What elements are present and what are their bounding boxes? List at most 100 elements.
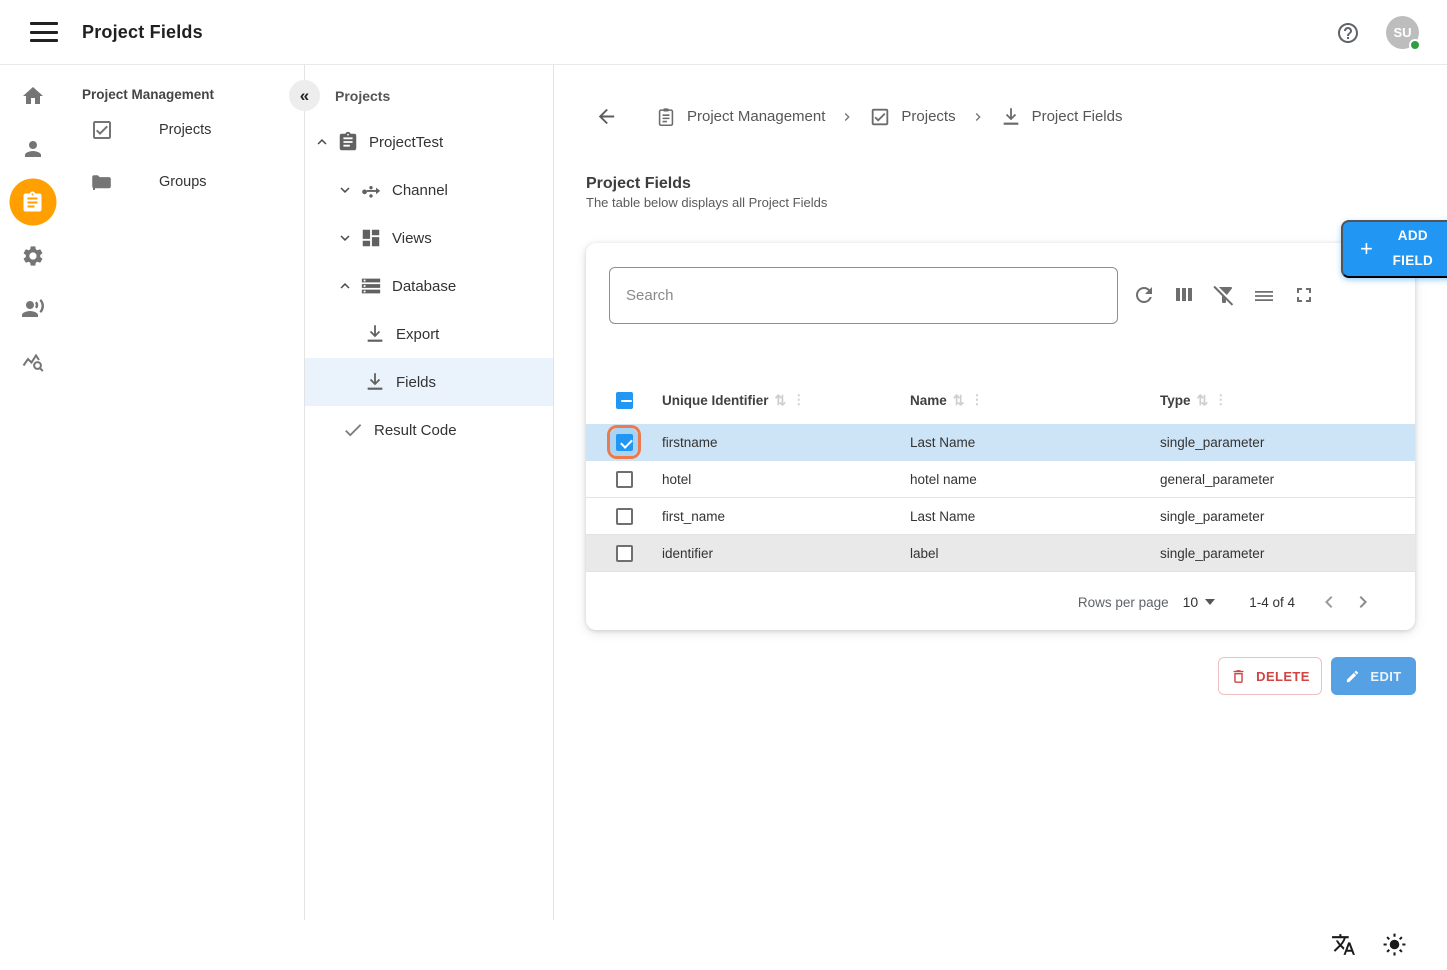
project-fields-table-card: Unique Identifier ⇅ ⋮ Name ⇅ ⋮ Type ⇅ ⋮ firstn… (586, 243, 1415, 630)
chevron-right-icon (839, 109, 855, 125)
table-row-first-name[interactable]: first_name Last Name single_parameter (586, 498, 1415, 535)
column-header-type: Type (1160, 393, 1191, 408)
tree-item-views[interactable]: Views (305, 214, 553, 262)
page-subtitle: The table below displays all Project Fie… (586, 195, 827, 210)
tree-item-projecttest[interactable]: ProjectTest (305, 118, 553, 166)
row-checkbox[interactable] (616, 545, 633, 562)
next-page-icon[interactable] (1351, 590, 1375, 614)
row-checkbox[interactable] (616, 508, 633, 525)
sidebar-item-projects[interactable]: Projects (65, 106, 304, 154)
nav-panel-heading: Project Management (82, 87, 304, 102)
tree-item-fields-selected[interactable]: Fields (305, 358, 553, 406)
tree-item-label: Views (392, 230, 432, 247)
home-icon[interactable] (13, 76, 53, 116)
hamburger-menu-icon[interactable] (30, 22, 58, 42)
sort-icon[interactable]: ⇅ (1197, 392, 1209, 409)
help-icon[interactable] (1336, 21, 1360, 45)
tree-item-database[interactable]: Database (305, 262, 553, 310)
column-header-unique-identifier: Unique Identifier (662, 393, 769, 408)
breadcrumb: Project Management Projects Project Fiel… (595, 105, 1122, 128)
search-input[interactable] (610, 268, 1117, 323)
column-menu-icon[interactable]: ⋮ (971, 392, 984, 408)
table-row-firstname[interactable]: firstname Last Name single_parameter (586, 424, 1415, 461)
cell-name: hotel name (910, 472, 1160, 487)
views-grid-icon (360, 227, 382, 249)
cell-name: Last Name (910, 435, 1160, 450)
column-menu-icon[interactable]: ⋮ (1214, 392, 1227, 408)
trash-icon (1230, 668, 1247, 685)
table-row-identifier[interactable]: identifier label single_parameter (586, 535, 1415, 572)
column-header-name: Name (910, 393, 947, 408)
tree-item-export[interactable]: Export (305, 310, 553, 358)
collapse-panel-button[interactable]: « (289, 80, 320, 111)
translate-language-icon[interactable] (1331, 932, 1356, 957)
cell-unique-identifier: hotel (662, 472, 910, 487)
sidebar-item-label: Groups (159, 174, 207, 190)
clipboard-icon (655, 106, 677, 128)
tree-item-label: ProjectTest (369, 134, 443, 151)
query-stats-icon[interactable] (13, 342, 53, 382)
chevron-down-icon[interactable] (336, 181, 354, 199)
brightness-theme-icon[interactable] (1382, 932, 1407, 957)
filter-off-icon[interactable] (1212, 283, 1236, 307)
edit-button[interactable]: EDIT (1331, 657, 1416, 695)
download-icon (1000, 106, 1022, 128)
user-avatar[interactable]: SU (1386, 16, 1419, 49)
project-management-icon-active[interactable] (9, 179, 56, 226)
page-range-label: 1-4 of 4 (1249, 595, 1295, 610)
collapse-chevrons-icon: « (300, 86, 309, 106)
breadcrumb-project-fields[interactable]: Project Fields (1000, 106, 1123, 128)
settings-gear-icon[interactable] (13, 236, 53, 276)
row-checkbox-checked[interactable] (616, 434, 633, 451)
rows-per-page-label: Rows per page (1078, 595, 1169, 610)
sidebar-item-label: Projects (159, 122, 211, 138)
chevron-down-icon[interactable] (336, 229, 354, 247)
download-icon (364, 371, 386, 393)
app-title: Project Fields (82, 22, 203, 43)
breadcrumb-projects[interactable]: Projects (869, 106, 955, 128)
tree-item-label: Database (392, 278, 456, 295)
sidebar-item-groups[interactable]: Groups (65, 158, 304, 206)
groups-folder-icon (90, 170, 114, 194)
breadcrumb-project-management[interactable]: Project Management (655, 106, 825, 128)
search-box (609, 267, 1118, 324)
add-field-button[interactable]: + ADD FIELD (1341, 220, 1447, 278)
fullscreen-icon[interactable] (1292, 283, 1316, 307)
previous-page-icon[interactable] (1317, 590, 1341, 614)
checkbox-check-icon (869, 106, 891, 128)
database-storage-icon (360, 275, 382, 297)
online-status-dot (1409, 39, 1421, 51)
record-voice-icon[interactable] (13, 289, 53, 329)
user-icon[interactable] (13, 129, 53, 169)
top-app-bar: Project Fields SU (0, 0, 1447, 65)
icon-rail-sidebar (0, 65, 65, 920)
sort-icon[interactable]: ⇅ (775, 392, 787, 409)
delete-button[interactable]: DELETE (1218, 657, 1322, 695)
refresh-icon[interactable] (1132, 283, 1156, 307)
cell-type: general_parameter (1160, 472, 1415, 487)
cell-type: single_parameter (1160, 509, 1415, 524)
density-lines-icon[interactable] (1252, 283, 1276, 307)
sort-icon[interactable]: ⇅ (953, 392, 965, 409)
table-row-hotel[interactable]: hotel hotel name general_parameter (586, 461, 1415, 498)
select-all-checkbox[interactable] (616, 392, 633, 409)
cell-name: label (910, 546, 1160, 561)
dropdown-caret-icon (1205, 599, 1215, 605)
channel-mediation-icon (360, 179, 382, 201)
tree-item-channel[interactable]: Channel (305, 166, 553, 214)
app-window: Project Fields SU (0, 0, 1447, 970)
main-content: Project Management Projects Project Fiel… (554, 65, 1447, 970)
clipboard-icon (337, 131, 359, 153)
projects-tree-panel: Projects ProjectTest Channel Views Datab… (305, 65, 554, 920)
cell-type: single_parameter (1160, 546, 1415, 561)
column-menu-icon[interactable]: ⋮ (792, 392, 805, 408)
row-checkbox[interactable] (616, 471, 633, 488)
chevron-up-icon[interactable] (336, 277, 354, 295)
rows-per-page-select[interactable]: 10 (1183, 594, 1216, 610)
chevron-up-icon[interactable] (313, 133, 331, 151)
tree-panel-heading: Projects (335, 88, 553, 104)
page-title: Project Fields (586, 175, 691, 193)
tree-item-result-code[interactable]: Result Code (305, 406, 553, 454)
back-arrow-icon[interactable] (595, 105, 618, 128)
view-columns-icon[interactable] (1172, 283, 1196, 307)
